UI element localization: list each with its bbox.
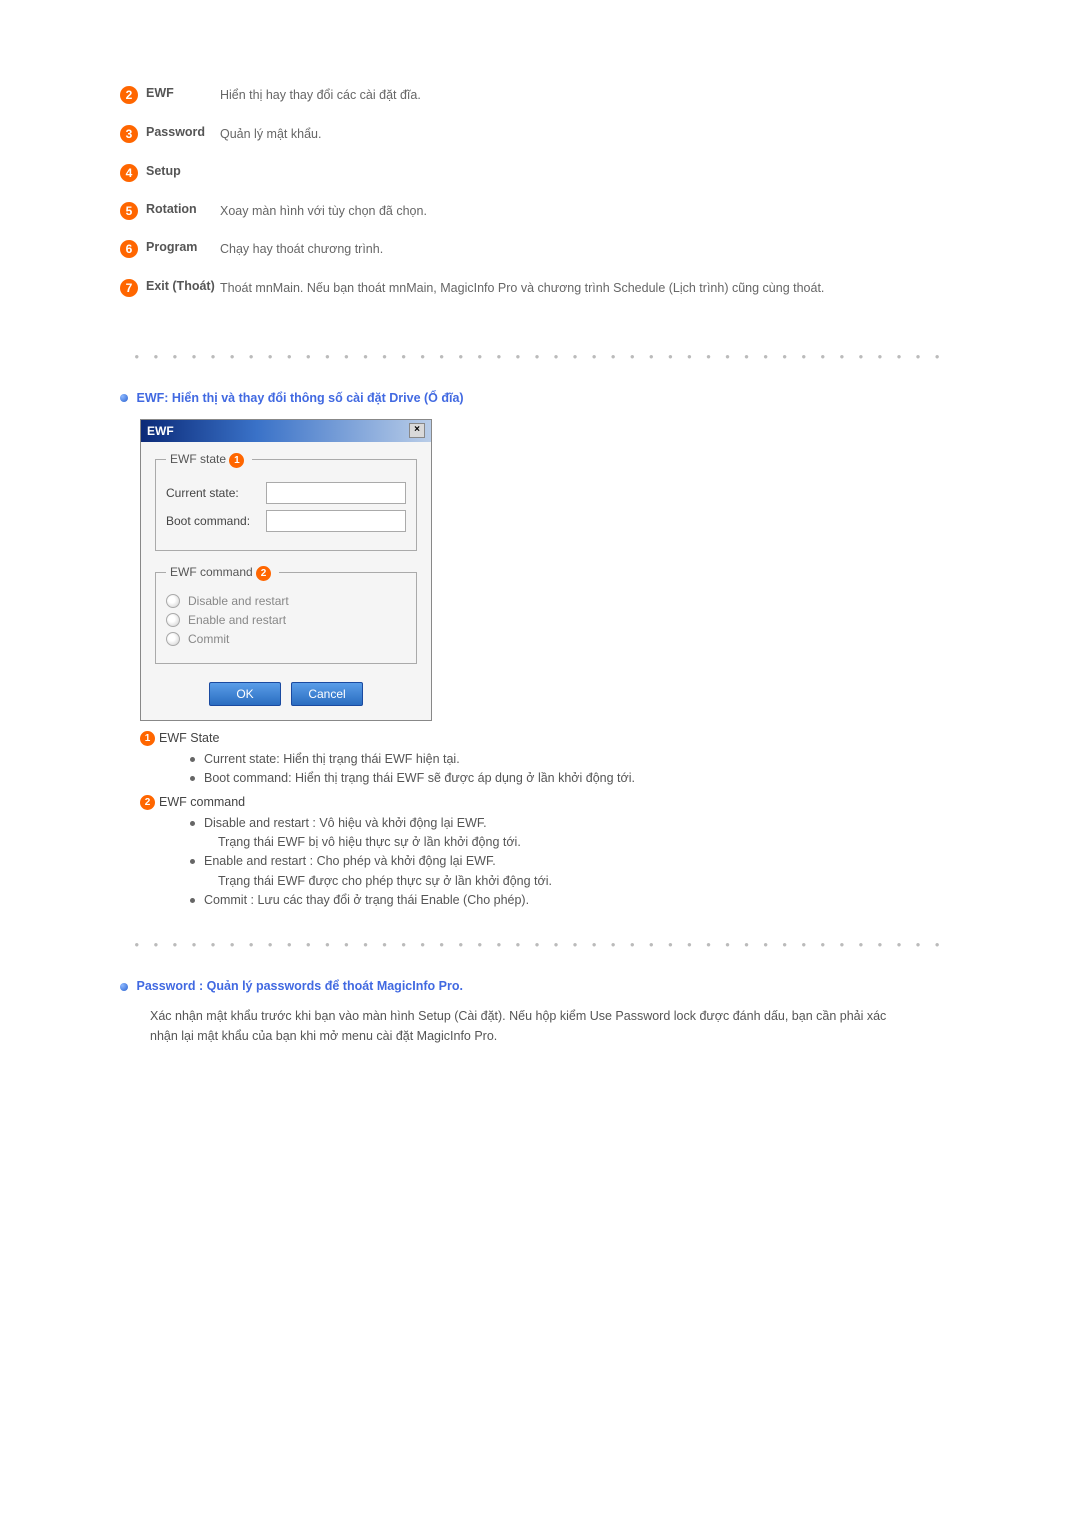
radio-icon: [166, 594, 180, 608]
list-item: Boot command: Hiển thị trạng thái EWF sẽ…: [190, 769, 960, 788]
exp-title: EWF State: [159, 731, 219, 745]
radio-icon: [166, 632, 180, 646]
ewf-cmd-exp-list: Disable and restart : Vô hiệu và khởi độ…: [190, 814, 960, 911]
bullet-icon: [120, 394, 128, 402]
exp-title: EWF command: [159, 795, 245, 809]
close-icon[interactable]: ×: [409, 423, 425, 438]
item-sub: Trạng thái EWF được cho phép thực sự ở l…: [204, 872, 960, 891]
menu-item-exit: 7 Exit (Thoát) Thoát mnMain. Nếu bạn tho…: [120, 273, 960, 312]
list-item: Commit : Lưu các thay đổi ở trạng thái E…: [190, 891, 960, 910]
number-badge-icon: 4: [120, 164, 138, 182]
dialog-button-row: OK Cancel: [153, 678, 419, 706]
number-badge-icon: 7: [120, 279, 138, 297]
radio-enable-restart[interactable]: Enable and restart: [166, 613, 406, 627]
section-divider-icon: ● ● ● ● ● ● ● ● ● ● ● ● ● ● ● ● ● ● ● ● …: [120, 352, 960, 361]
bullet-icon: [120, 983, 128, 991]
fieldset-legend: EWF command 2: [166, 565, 279, 581]
menu-item-rotation: 5 Rotation Xoay màn hình với tùy chọn đã…: [120, 196, 960, 235]
menu-label: EWF: [146, 86, 216, 100]
item-sub: Trạng thái EWF bị vô hiệu thực sự ở lần …: [204, 833, 960, 852]
item-text: Enable and restart : Cho phép và khởi độ…: [204, 854, 496, 868]
dialog-titlebar: EWF ×: [141, 420, 431, 442]
dialog-body: EWF state 1 Current state: Boot command:…: [141, 442, 431, 720]
current-state-row: Current state:: [166, 482, 406, 504]
ewf-dialog: EWF × EWF state 1 Current state: Boot co…: [140, 419, 432, 721]
number-badge-icon: 1: [140, 731, 155, 746]
ewf-section-heading: EWF: Hiển thị và thay đổi thông số cài đ…: [120, 391, 960, 405]
number-badge-icon: 3: [120, 125, 138, 143]
legend-num-icon: 2: [256, 566, 271, 581]
menu-item-password: 3 Password Quản lý mật khẩu.: [120, 119, 960, 158]
heading-text: EWF: Hiển thị và thay đổi thông số cài đ…: [136, 391, 463, 405]
field-label: Current state:: [166, 486, 266, 500]
menu-label: Rotation: [146, 202, 216, 216]
menu-desc: Hiển thị hay thay đổi các cài đặt đĩa.: [216, 86, 960, 105]
menu-desc: Chạy hay thoát chương trình.: [216, 240, 960, 259]
radio-label: Commit: [188, 632, 229, 646]
menu-desc: Quản lý mật khẩu.: [216, 125, 960, 144]
number-badge-icon: 2: [140, 795, 155, 810]
list-item: Current state: Hiển thị trạng thái EWF h…: [190, 750, 960, 769]
boot-command-row: Boot command:: [166, 510, 406, 532]
ok-button[interactable]: OK: [209, 682, 281, 706]
boot-command-input[interactable]: [266, 510, 406, 532]
section-divider-icon: ● ● ● ● ● ● ● ● ● ● ● ● ● ● ● ● ● ● ● ● …: [120, 940, 960, 949]
legend-text: EWF command: [170, 565, 253, 579]
number-badge-icon: 6: [120, 240, 138, 258]
radio-label: Disable and restart: [188, 594, 289, 608]
legend-text: EWF state: [170, 452, 226, 466]
menu-item-setup: 4 Setup: [120, 158, 960, 196]
legend-num-icon: 1: [229, 453, 244, 468]
menu-label: Program: [146, 240, 216, 254]
page-content: 2 EWF Hiển thị hay thay đổi các cài đặt …: [0, 0, 1080, 1446]
menu-desc: Thoát mnMain. Nếu bạn thoát mnMain, Magi…: [216, 279, 960, 298]
radio-icon: [166, 613, 180, 627]
ewf-cmd-exp-heading: 2 EWF command: [140, 795, 960, 810]
ewf-state-exp-heading: 1 EWF State: [140, 731, 960, 746]
list-item: Disable and restart : Vô hiệu và khởi độ…: [190, 814, 960, 853]
current-state-input[interactable]: [266, 482, 406, 504]
menu-label: Exit (Thoát): [146, 279, 216, 293]
menu-item-ewf: 2 EWF Hiển thị hay thay đổi các cài đặt …: [120, 80, 960, 119]
radio-commit[interactable]: Commit: [166, 632, 406, 646]
ewf-explanations: 1 EWF State Current state: Hiển thị trạn…: [140, 731, 960, 911]
menu-item-list: 2 EWF Hiển thị hay thay đổi các cài đặt …: [120, 80, 960, 312]
ewf-state-exp-list: Current state: Hiển thị trạng thái EWF h…: [190, 750, 960, 789]
dialog-title-text: EWF: [147, 424, 174, 438]
field-label: Boot command:: [166, 514, 266, 528]
heading-text: Password : Quản lý passwords để thoát Ma…: [136, 979, 462, 993]
menu-item-program: 6 Program Chạy hay thoát chương trình.: [120, 234, 960, 273]
number-badge-icon: 2: [120, 86, 138, 104]
number-badge-icon: 5: [120, 202, 138, 220]
radio-label: Enable and restart: [188, 613, 286, 627]
password-section-desc: Xác nhận mật khẩu trước khi bạn vào màn …: [150, 1007, 910, 1046]
fieldset-legend: EWF state 1: [166, 452, 252, 468]
menu-desc: Xoay màn hình với tùy chọn đã chọn.: [216, 202, 960, 221]
menu-label: Setup: [146, 164, 216, 178]
ewf-command-fieldset: EWF command 2 Disable and restart Enable…: [155, 565, 417, 664]
password-section-heading: Password : Quản lý passwords để thoát Ma…: [120, 979, 960, 993]
menu-label: Password: [146, 125, 216, 139]
list-item: Enable and restart : Cho phép và khởi độ…: [190, 852, 960, 891]
ewf-state-fieldset: EWF state 1 Current state: Boot command:: [155, 452, 417, 551]
radio-disable-restart[interactable]: Disable and restart: [166, 594, 406, 608]
cancel-button[interactable]: Cancel: [291, 682, 363, 706]
item-text: Disable and restart : Vô hiệu và khởi độ…: [204, 816, 487, 830]
